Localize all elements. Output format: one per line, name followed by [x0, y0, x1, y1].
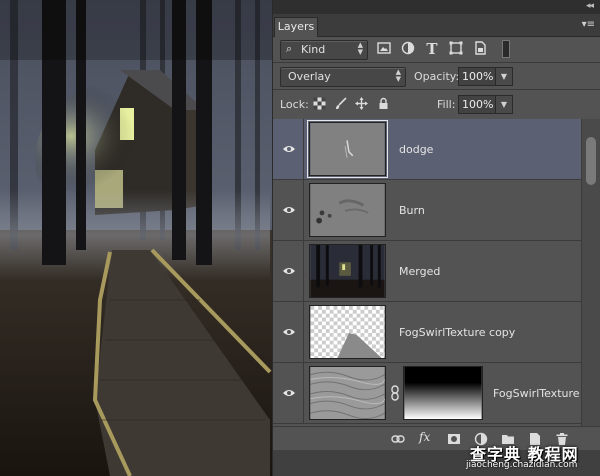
scrollbar-thumb[interactable] [586, 137, 596, 185]
blend-mode-select[interactable]: Overlay ▲ ▼ [280, 67, 406, 87]
visibility-column [273, 363, 304, 423]
layer-thumbnail [309, 305, 386, 359]
lock-row: Lock: Fill: 100% ▼ [273, 91, 600, 117]
visibility-column [273, 241, 304, 301]
layer-name[interactable]: Burn [399, 204, 425, 217]
lock-transparency-icon[interactable] [313, 97, 326, 110]
site-watermark: 查字典 教程网 jiaocheng.chazidian.com [466, 441, 594, 473]
layer-row-burn[interactable]: Burn [273, 180, 581, 241]
visibility-eye-icon[interactable] [282, 205, 296, 215]
smart-object-filter-icon[interactable] [472, 40, 488, 56]
opacity-label: Opacity: [414, 70, 460, 83]
layer-row-fogswirltexture[interactable]: FogSwirlTexture [273, 363, 581, 424]
fill-slider-button[interactable]: ▼ [495, 95, 513, 114]
fill-label: Fill: [437, 98, 456, 111]
type-filter-icon[interactable]: T [424, 40, 440, 56]
panel-menu-icon[interactable]: ▾≡ [582, 19, 595, 30]
mask-link-chain-icon[interactable] [390, 385, 400, 401]
select-arrows-icon: ▲ ▼ [395, 68, 401, 83]
layer-list-scrollbar[interactable] [581, 119, 600, 426]
fx-icon[interactable]: fx [419, 430, 433, 444]
visibility-eye-icon[interactable] [282, 327, 296, 337]
visibility-eye-icon[interactable] [282, 144, 296, 154]
lock-pixels-brush-icon[interactable] [334, 97, 347, 110]
layer-row-dodge[interactable]: dodge [273, 119, 581, 180]
filter-toggle-switch[interactable] [502, 40, 510, 58]
adjustment-filter-icon[interactable] [400, 40, 416, 56]
tab-layers[interactable]: Layers [274, 17, 318, 37]
lock-all-icon[interactable] [377, 97, 390, 110]
filter-kind-select[interactable]: ⌕ Kind ▲ ▼ [280, 40, 368, 60]
visibility-column [273, 180, 304, 240]
layer-name[interactable]: dodge [399, 143, 433, 156]
blend-mode-value: Overlay [288, 70, 331, 83]
layers-panel: ◂◂ Layers ▾≡ ⌕ Kind ▲ ▼ T Overlay ▲ ▼ Op… [272, 0, 600, 476]
opacity-slider-button[interactable]: ▼ [495, 67, 513, 86]
image-filter-icon[interactable] [376, 40, 392, 56]
filter-kind-label: Kind [301, 43, 326, 56]
search-icon: ⌕ [286, 42, 293, 55]
select-arrows-icon: ▲ ▼ [357, 41, 363, 56]
layer-list: dodge Burn Merged FogSwirlTexture copy F… [273, 119, 581, 426]
lock-label: Lock: [280, 98, 309, 111]
layer-thumbnail [309, 183, 386, 237]
visibility-column [273, 119, 304, 179]
layer-name[interactable]: FogSwirlTexture copy [399, 326, 515, 339]
visibility-column [273, 302, 304, 362]
layer-mask-thumbnail[interactable] [403, 366, 483, 420]
layer-name[interactable]: FogSwirlTexture [493, 387, 580, 400]
svg-text:T: T [426, 40, 438, 56]
visibility-eye-icon[interactable] [282, 266, 296, 276]
divider [273, 89, 600, 90]
layer-thumbnail [309, 366, 386, 420]
link-layers-icon[interactable] [391, 432, 405, 446]
layer-thumbnail [309, 244, 386, 298]
visibility-eye-icon[interactable] [282, 388, 296, 398]
add-mask-icon[interactable] [447, 432, 461, 446]
fill-input[interactable]: 100% [458, 95, 497, 114]
blend-row: Overlay ▲ ▼ Opacity: 100% ▼ [273, 64, 600, 88]
collapse-panel-button[interactable]: ◂◂ [586, 1, 594, 11]
layer-thumbnail [307, 120, 388, 178]
layer-name[interactable]: Merged [399, 265, 440, 278]
opacity-input[interactable]: 100% [458, 67, 497, 86]
layer-row-merged[interactable]: Merged [273, 241, 581, 302]
divider [273, 62, 600, 63]
layer-filter-row: ⌕ Kind ▲ ▼ T [273, 36, 600, 62]
lock-position-move-icon[interactable] [355, 97, 368, 110]
layer-row-fogswirltexture-copy[interactable]: FogSwirlTexture copy [273, 302, 581, 363]
panel-top-strip: ◂◂ [273, 0, 600, 14]
watermark-url: jiaocheng.chazidian.com [466, 460, 578, 470]
panel-tab-bar: Layers ▾≡ [273, 14, 600, 37]
shape-filter-icon[interactable] [448, 40, 464, 56]
